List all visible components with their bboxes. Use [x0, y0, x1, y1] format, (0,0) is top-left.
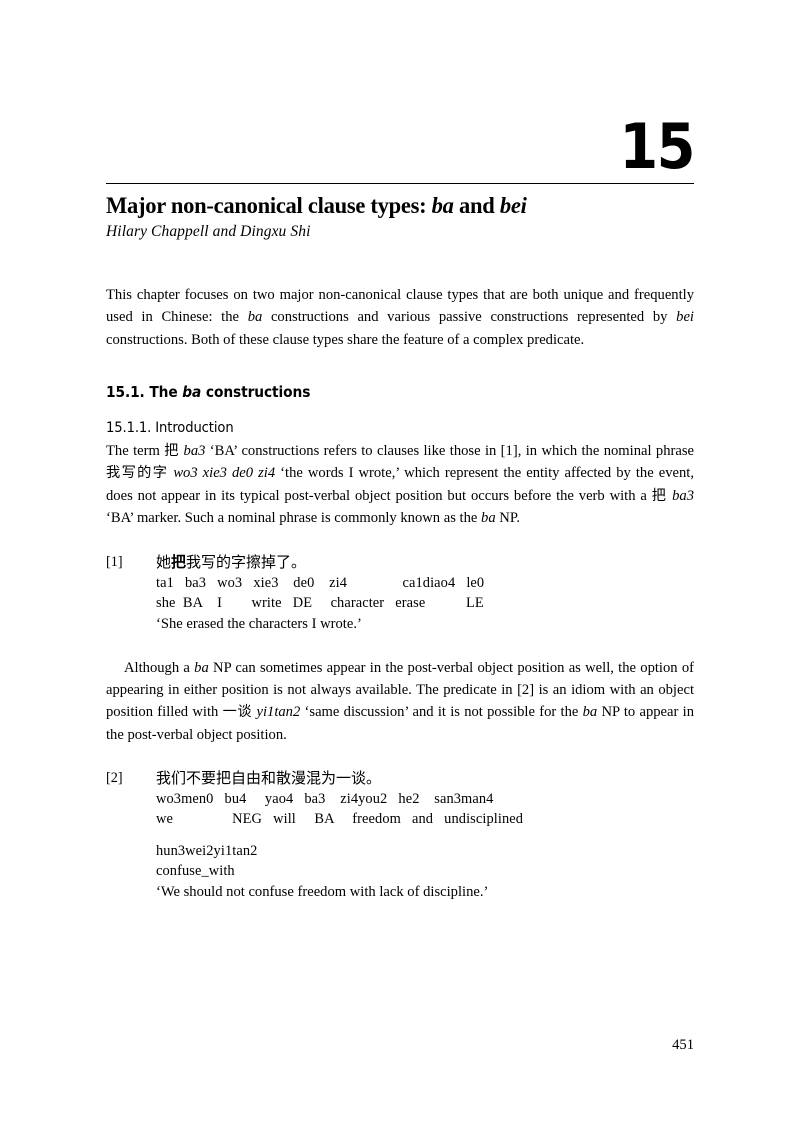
- example-1-chinese-bold-ba: 把: [171, 552, 187, 571]
- abstract-text-2: constructions and various passive constr…: [262, 309, 677, 326]
- example-1-chinese-pre: 她: [156, 552, 172, 571]
- example-1-translation: ‘She erased the characters I wrote.’: [156, 615, 362, 632]
- intro-text-1: The term: [106, 442, 165, 459]
- intro-paragraph: The term 把 ba3 ‘BA’ constructions refers…: [106, 440, 694, 530]
- example-1-transliteration: ta1 ba3 wo3 xie3 de0 zi4 ca1diao4 le0: [156, 574, 485, 591]
- middle-text-3: ‘same discussion’ and it is not possible…: [300, 704, 583, 721]
- example-2: [2] 我们不要把自由和散漫混为一谈。 wo3men0 bu4 yao4 ba3…: [106, 768, 694, 903]
- section-title-the: The: [149, 382, 183, 401]
- intro-chinese-ba-1: 把: [164, 442, 180, 459]
- chapter-title-italic-ba: ba: [431, 192, 454, 219]
- intro-italic-ba3-2: ba3: [672, 487, 694, 504]
- chapter-title-italic-bei: bei: [499, 192, 527, 219]
- example-2-translation: ‘We should not confuse freedom with lack…: [156, 883, 489, 900]
- example-2-body: 我们不要把自由和散漫混为一谈。 wo3men0 bu4 yao4 ba3 zi4…: [156, 768, 694, 903]
- chapter-title-text: Major non-canonical clause types:: [106, 192, 432, 219]
- example-1-first-row: [1] 她把我写的字擦掉了。 ta1 ba3 wo3 xie3 de0 zi4 …: [106, 552, 694, 635]
- intro-text-2: ‘BA’ constructions refers to clauses lik…: [205, 442, 694, 459]
- page-content: 15 Major non-canonical clause types: ba …: [106, 0, 696, 903]
- example-1-body: 她把我写的字擦掉了。 ta1 ba3 wo3 xie3 de0 zi4 ca1d…: [156, 552, 694, 635]
- intro-italic-ba-3: ba: [481, 510, 496, 527]
- abstract-paragraph: This chapter focuses on two major non-ca…: [106, 284, 694, 351]
- example-1-chinese: 她把我写的字擦掉了。: [156, 552, 694, 573]
- intro-chinese-ba-2: 把: [651, 487, 668, 504]
- page-number: 451: [672, 1037, 694, 1053]
- intro-chinese-nominal-phrase: 我写的字: [106, 465, 169, 482]
- chapter-title: Major non-canonical clause types: ba and…: [106, 193, 670, 219]
- middle-italic-ba-2: ba: [582, 704, 598, 721]
- intro-text-5: NP.: [495, 510, 520, 527]
- example-2-number: [2]: [106, 769, 123, 786]
- chapter-number: 15: [619, 110, 695, 183]
- middle-text-1: Although a: [124, 659, 195, 676]
- abstract-text-3: constructions. Both of these clause type…: [106, 331, 585, 348]
- example-2-transliteration-cont: hun3wei2yi1tan2: [156, 842, 258, 859]
- chapter-authors: Hilary Chappell and Dingxu Shi: [106, 223, 311, 241]
- abstract-italic-bei: bei: [676, 309, 694, 326]
- example-2-spacer: [156, 830, 694, 841]
- section-heading-15-1: 15.1. The ba constructions: [106, 383, 694, 401]
- example-1-chinese-post: 我写的字擦掉了。: [186, 552, 307, 571]
- section-title-rest: constructions: [201, 382, 311, 401]
- middle-paragraph: Although a ba NP can sometimes appear in…: [106, 657, 694, 746]
- intro-text-4: ‘BA’ marker. Such a nominal phrase is co…: [106, 510, 482, 527]
- middle-italic-ba-1: ba: [194, 659, 209, 676]
- example-1-number: [1]: [106, 553, 123, 570]
- intro-italic-pinyin: wo3 xie3 de0 zi4: [173, 465, 276, 482]
- section-title-italic-ba: ba: [182, 382, 202, 401]
- intro-italic-ba3-1: ba3: [183, 442, 206, 459]
- example-2-chinese: 我们不要把自由和散漫混为一谈。: [156, 768, 382, 787]
- middle-italic-yi1tan2: yi1tan2: [256, 704, 301, 721]
- title-divider: [106, 182, 694, 184]
- abstract-italic-ba: ba: [247, 309, 263, 326]
- middle-chinese-yitan: 一谈: [222, 704, 253, 721]
- chapter-title-conjunction: and: [453, 192, 500, 219]
- section-number: 15.1.: [106, 382, 150, 401]
- example-2-transliteration: wo3men0 bu4 yao4 ba3 zi4you2 he2 san3man…: [156, 790, 494, 807]
- subsection-heading-15-1-1: 15.1.1. Introduction: [106, 418, 234, 436]
- document-page: 15 Major non-canonical clause types: ba …: [0, 0, 800, 1142]
- example-2-gloss-cont: confuse_with: [156, 863, 235, 880]
- example-1: [1] 她把我写的字擦掉了。 ta1 ba3 wo3 xie3 de0 zi4 …: [106, 552, 694, 635]
- example-2-gloss: we NEG will BA freedom and undisciplined: [156, 811, 524, 828]
- example-1-gloss: she BA I write DE character erase LE: [156, 595, 484, 612]
- example-2-first-row: [2] 我们不要把自由和散漫混为一谈。 wo3men0 bu4 yao4 ba3…: [106, 768, 694, 903]
